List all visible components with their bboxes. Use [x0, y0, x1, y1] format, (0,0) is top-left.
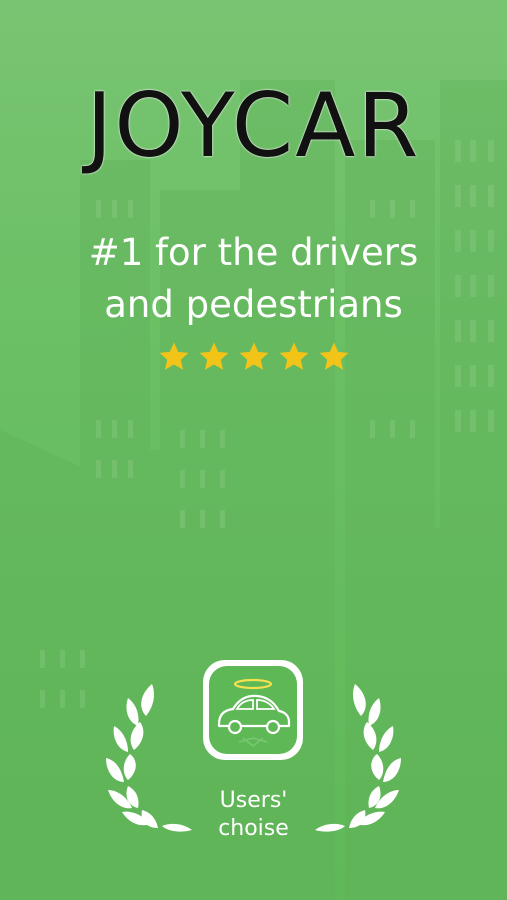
award-line-2: choise — [218, 816, 289, 841]
star-icon — [199, 342, 228, 370]
star-rating — [0, 340, 507, 374]
app-title: JOYCAR — [86, 74, 421, 177]
car-icon — [217, 678, 291, 747]
app-promo-screen: JOYCAR #1 for the drivers and pedestrian… — [0, 0, 507, 900]
award-line-1: Users' — [219, 788, 288, 813]
star-icon — [319, 342, 348, 370]
star-icon — [159, 342, 188, 370]
tagline-line-2: and pedestrians — [104, 283, 403, 326]
award-label: Users' choise — [0, 787, 507, 843]
tagline-line-1: #1 for the drivers — [88, 231, 419, 274]
app-icon — [203, 660, 303, 760]
star-icon — [239, 342, 268, 370]
halo-icon — [233, 678, 273, 690]
tagline: #1 for the drivers and pedestrians — [0, 227, 507, 331]
star-icon — [279, 342, 308, 370]
